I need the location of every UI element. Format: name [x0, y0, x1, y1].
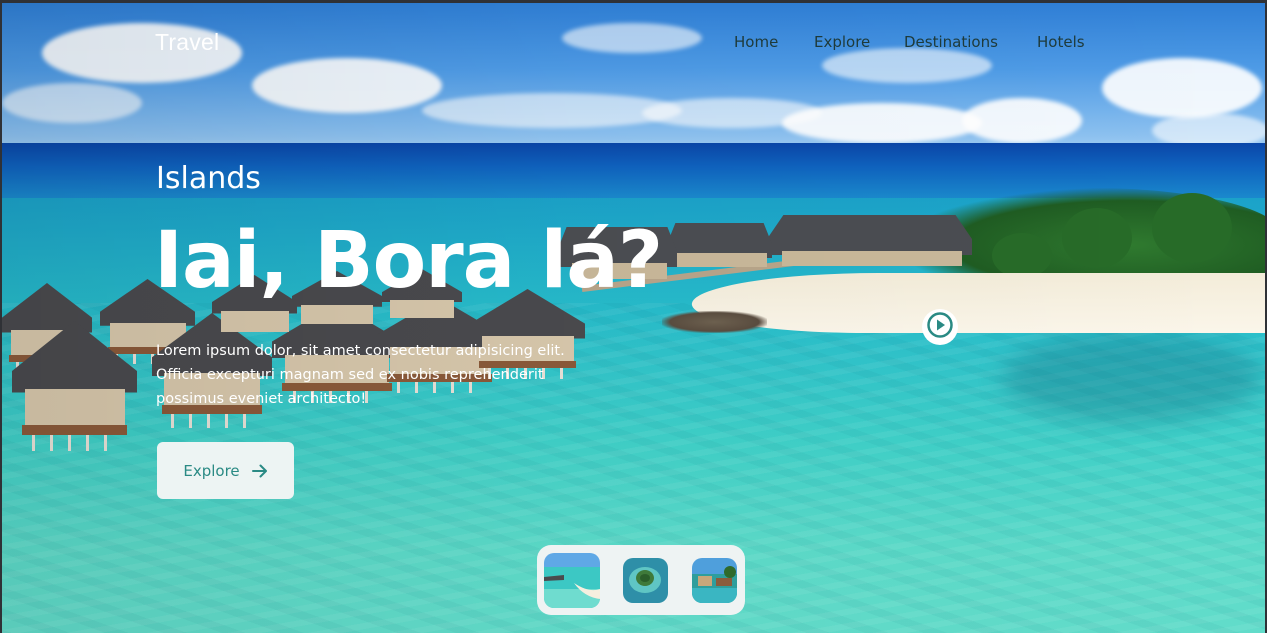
- nav-item-destinations[interactable]: Destinations: [904, 33, 998, 51]
- hero-eyebrow: Islands: [156, 161, 261, 196]
- play-circle-icon: [926, 311, 954, 343]
- hero-background-image: [2, 3, 1265, 633]
- thumbnail-resort-pool[interactable]: [692, 558, 737, 603]
- explore-button-label: Explore: [183, 461, 240, 480]
- main-nav: Home Explore Destinations Hotels: [2, 33, 1265, 55]
- nav-item-hotels[interactable]: Hotels: [1037, 33, 1085, 51]
- thumbnail-overwater-villas[interactable]: [544, 553, 600, 608]
- thumbnail-island-aerial[interactable]: [623, 558, 668, 603]
- explore-button[interactable]: Explore: [157, 442, 294, 499]
- browser-viewport: Travel Home Explore Destinations Hotels …: [0, 0, 1267, 633]
- nav-item-home[interactable]: Home: [734, 33, 778, 51]
- thumbnail-carousel: [537, 545, 745, 615]
- arrow-right-icon: [251, 464, 268, 478]
- play-video-button[interactable]: [922, 309, 958, 345]
- nav-item-explore[interactable]: Explore: [814, 33, 870, 51]
- hero-title: Iai, Bora lá?: [154, 216, 663, 306]
- hero-description: Lorem ipsum dolor, sit amet consectetur …: [156, 343, 565, 407]
